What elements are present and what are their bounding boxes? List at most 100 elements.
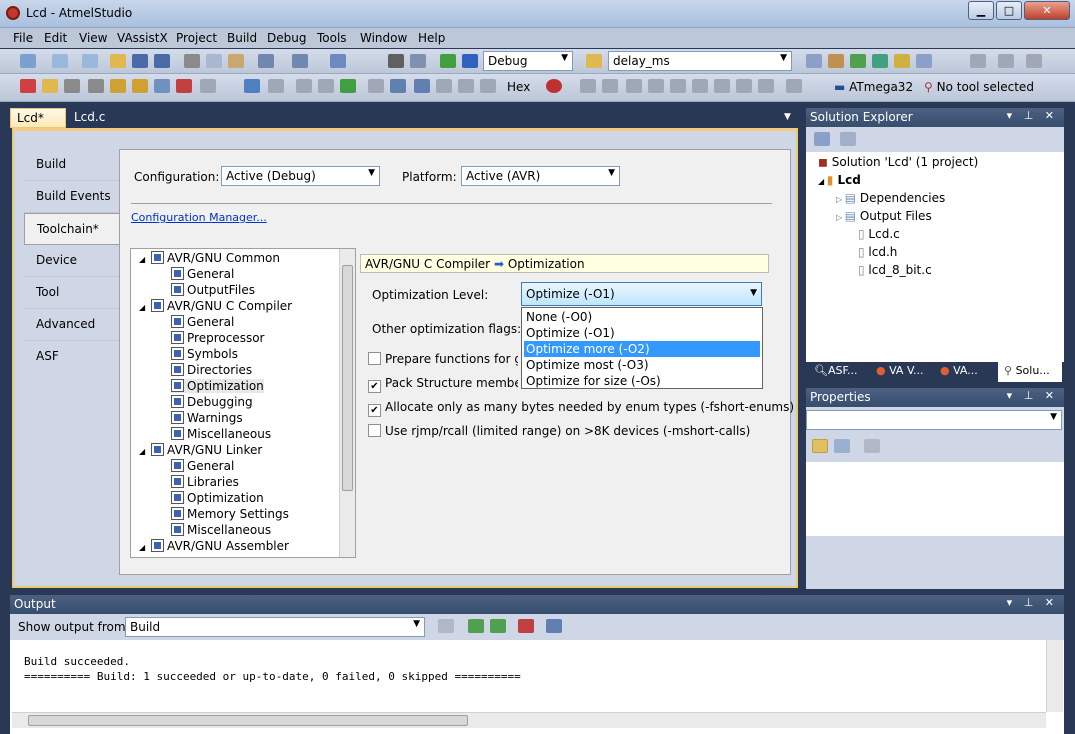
maximize-button[interactable]: □: [996, 1, 1022, 20]
threads-icon[interactable]: [758, 79, 774, 93]
search-icon[interactable]: [806, 54, 822, 68]
collapse-icon[interactable]: ◢: [139, 303, 149, 312]
pin-icon[interactable]: ▾ ⊥ ✕: [1007, 389, 1058, 402]
open-icon[interactable]: [110, 54, 126, 68]
platform-combo[interactable]: Active (AVR) ▼: [461, 166, 620, 186]
call-stack-icon[interactable]: [736, 79, 752, 93]
tree-node[interactable]: General: [171, 267, 234, 281]
start-debug-icon[interactable]: [440, 54, 456, 68]
processor-icon[interactable]: [692, 79, 708, 93]
pause-icon[interactable]: [318, 79, 334, 93]
menu-tools[interactable]: Tools: [317, 31, 347, 45]
bookmark-next-icon[interactable]: [88, 79, 104, 93]
menu-vassistx[interactable]: VAssistX: [117, 31, 168, 45]
pack-structure-checkbox[interactable]: ✔Pack Structure members t: [368, 376, 518, 393]
find-icon[interactable]: [410, 54, 426, 68]
collapse-icon[interactable]: ◢: [139, 447, 149, 456]
find-message-icon[interactable]: [438, 619, 454, 633]
properties-icon[interactable]: [814, 132, 830, 146]
step-out-icon[interactable]: [414, 79, 430, 93]
breakpoint-toggle-icon[interactable]: [546, 79, 562, 93]
configuration-manager-link[interactable]: Configuration Manager...: [131, 211, 267, 224]
scrollbar-thumb[interactable]: [342, 265, 353, 491]
tree-node[interactable]: Miscellaneous: [171, 523, 271, 537]
close-button[interactable]: ✕: [1024, 1, 1070, 20]
copy-icon[interactable]: [206, 54, 222, 68]
menu-view[interactable]: View: [79, 31, 107, 45]
run-to-cursor-icon[interactable]: [436, 79, 452, 93]
file-node-lcd-8-bit-c[interactable]: ▯ lcd_8_bit.c: [858, 263, 932, 277]
configuration-combo[interactable]: Active (Debug) ▼: [221, 166, 380, 186]
tree-node[interactable]: Symbols: [171, 347, 238, 361]
tree-node[interactable]: Warnings: [171, 411, 243, 425]
pin-icon[interactable]: ▾ ⊥ ✕: [1007, 109, 1058, 122]
collapse-icon[interactable]: ◢: [139, 255, 149, 264]
tab-va-view[interactable]: ● VA V...: [870, 362, 930, 382]
navigate-back-icon[interactable]: [330, 54, 346, 68]
menu-window[interactable]: Window: [360, 31, 407, 45]
output-vscrollbar[interactable]: [1046, 640, 1063, 712]
window-icon[interactable]: [916, 54, 932, 68]
solution-node[interactable]: ◼ Solution 'Lcd' (1 project): [818, 155, 978, 169]
tree-node[interactable]: General: [171, 459, 234, 473]
tab-va-outline[interactable]: ● VA...: [934, 362, 984, 382]
format-icon[interactable]: [200, 79, 216, 93]
new-project-icon[interactable]: [20, 54, 36, 68]
tree-node[interactable]: Optimization: [171, 491, 264, 505]
word-wrap-icon[interactable]: [546, 619, 562, 633]
registers-icon[interactable]: [602, 79, 618, 93]
breakpoint-icon[interactable]: [20, 79, 36, 93]
option-os[interactable]: Optimize for size (-Os): [524, 373, 760, 389]
comment-icon[interactable]: [1026, 54, 1042, 68]
extensions-icon[interactable]: [894, 54, 910, 68]
file-node-lcd-h[interactable]: ▯ lcd.h: [858, 245, 897, 259]
previous-message-icon[interactable]: [468, 619, 484, 633]
redo-icon[interactable]: [292, 54, 308, 68]
watch-icon[interactable]: [626, 79, 642, 93]
outdent-icon[interactable]: [998, 54, 1014, 68]
option-o2[interactable]: Optimize more (-O2): [524, 341, 760, 357]
indent-icon[interactable]: [970, 54, 986, 68]
break-all-icon[interactable]: [244, 79, 260, 93]
open-folder-icon[interactable]: [42, 79, 58, 93]
io-view-icon[interactable]: [670, 79, 686, 93]
tree-node[interactable]: Debugging: [171, 395, 253, 409]
file-node-lcd-c[interactable]: ▯ Lcd.c: [858, 227, 900, 241]
project-node[interactable]: ◢ ▮ Lcd: [818, 173, 861, 187]
config-combo[interactable]: Debug ▼: [483, 51, 573, 71]
menu-file[interactable]: File: [13, 31, 33, 45]
add-file-icon[interactable]: [82, 54, 98, 68]
continue-icon[interactable]: [340, 79, 356, 93]
restart-icon[interactable]: [296, 79, 312, 93]
option-o0[interactable]: None (-O0): [524, 309, 760, 325]
paste-icon[interactable]: [228, 54, 244, 68]
tab-overflow-icon[interactable]: ▼: [784, 112, 791, 122]
tree-node[interactable]: Miscellaneous: [171, 427, 271, 441]
properties-object-combo[interactable]: ▼: [806, 410, 1062, 430]
tool-label[interactable]: ⚲ No tool selected: [924, 80, 1034, 94]
next-message-icon[interactable]: [490, 619, 506, 633]
scrollbar-thumb[interactable]: [28, 715, 468, 726]
short-enums-checkbox[interactable]: ✔ Allocate only as many bytes needed by e…: [368, 400, 794, 417]
expand-icon[interactable]: ▷: [836, 213, 845, 222]
tree-node[interactable]: ◢ AVR/GNU C Compiler: [139, 299, 292, 313]
collapse-icon[interactable]: ◢: [818, 177, 827, 186]
tab-solution[interactable]: ⚲ Solu...: [998, 362, 1062, 382]
menu-project[interactable]: Project: [176, 31, 217, 45]
short-calls-checkbox[interactable]: Use rjmp/rcall (limited range) on >8K de…: [368, 424, 750, 438]
find-in-files-icon[interactable]: [586, 54, 602, 68]
solution-config-icon[interactable]: [388, 54, 404, 68]
class-icon[interactable]: [110, 79, 126, 93]
toolbox-icon[interactable]: [872, 54, 888, 68]
vtab-device[interactable]: Device: [24, 245, 119, 277]
tree-node[interactable]: ◢ AVR/GNU Linker: [139, 443, 262, 457]
menu-build[interactable]: Build: [227, 31, 257, 45]
tree-node[interactable]: ◢ AVR/GNU Common: [139, 251, 280, 265]
option-o3[interactable]: Optimize most (-O3): [524, 357, 760, 373]
device-label[interactable]: ▬ ATmega32: [834, 80, 913, 94]
save-all-icon[interactable]: [154, 54, 170, 68]
bookmark-icon[interactable]: [64, 79, 80, 93]
undo-icon[interactable]: [258, 54, 274, 68]
step-over-icon[interactable]: [390, 79, 406, 93]
vtab-build-events[interactable]: Build Events: [24, 181, 119, 213]
